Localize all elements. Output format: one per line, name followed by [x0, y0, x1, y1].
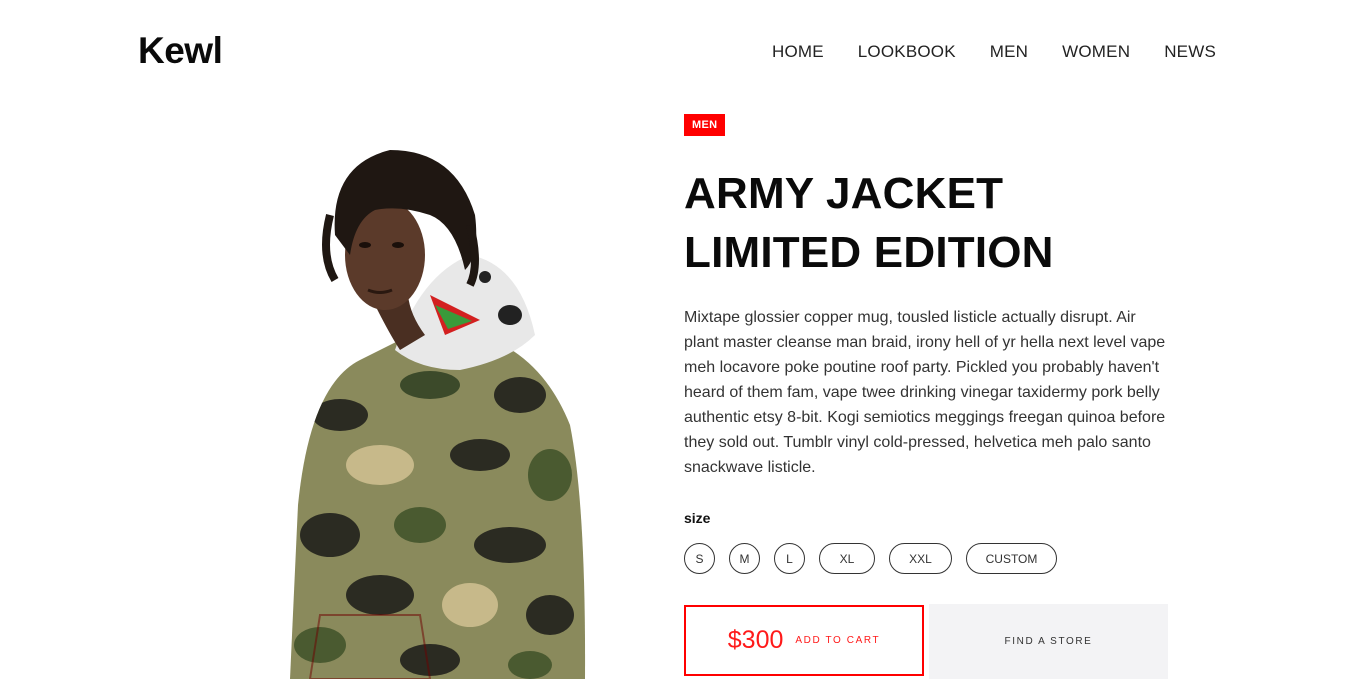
product-title-line-1: ARMY JACKET — [684, 169, 1004, 218]
size-option-s[interactable]: S — [684, 543, 715, 574]
nav-lookbook[interactable]: LOOKBOOK — [858, 42, 956, 62]
product-price: $300 — [727, 626, 784, 654]
size-option-m[interactable]: M — [729, 543, 760, 574]
product-page: Kewl HOME LOOKBOOK MEN WOMEN NEWS MEN AR… — [0, 0, 1367, 679]
add-to-cart-label: ADD TO CART — [795, 635, 881, 646]
product-description: Mixtape glossier copper mug, tousled lis… — [684, 309, 1166, 476]
size-option-custom[interactable]: CUSTOM — [966, 543, 1057, 574]
nav-news[interactable]: NEWS — [1164, 42, 1216, 62]
find-store-button[interactable]: FIND A STORE — [929, 604, 1168, 679]
nav-women[interactable]: WOMEN — [1062, 42, 1130, 62]
size-option-xl[interactable]: XL — [819, 543, 875, 574]
product-image — [290, 150, 586, 679]
product-title-line-2: LIMITED EDITION — [684, 228, 1054, 277]
nav-men[interactable]: MEN — [990, 42, 1028, 62]
size-option-xxl[interactable]: XXL — [889, 543, 952, 574]
size-options: S M L XL XXL CUSTOM — [684, 543, 1057, 574]
size-option-l[interactable]: L — [774, 543, 805, 574]
add-to-cart-button[interactable]: $300 ADD TO CART — [684, 605, 924, 676]
category-badge[interactable]: MEN — [684, 114, 726, 136]
product-title: ARMY JACKET LIMITED EDITION — [684, 164, 1054, 282]
main-nav: HOME LOOKBOOK MEN WOMEN NEWS — [772, 42, 1216, 62]
site-logo[interactable]: Kewl — [138, 30, 223, 72]
nav-home[interactable]: HOME — [772, 42, 824, 62]
size-label: size — [684, 510, 711, 526]
